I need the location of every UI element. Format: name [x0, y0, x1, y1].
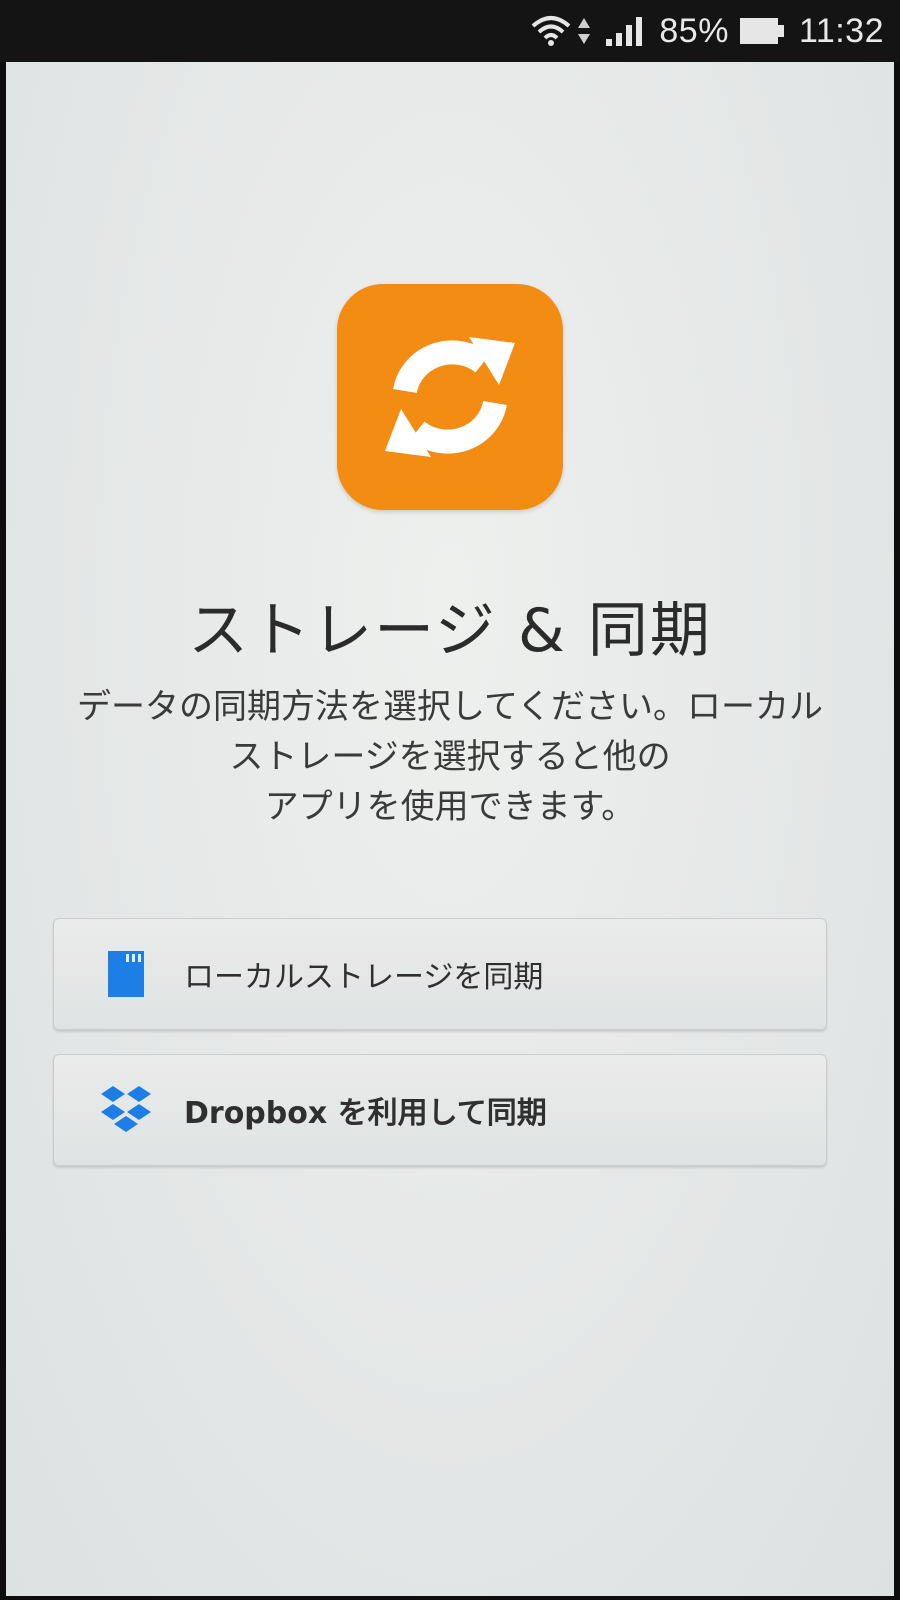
sync-arrows-icon [385, 337, 515, 457]
status-bar: 85% 11:32 [0, 0, 900, 62]
battery-icon [739, 16, 785, 46]
signal-icon [605, 15, 645, 47]
sync-local-storage-button[interactable]: ローカルストレージを同期 [53, 918, 827, 1030]
page-description: データの同期方法を選択してください。ローカルストレージを選択すると他の アプリを… [77, 687, 823, 827]
sd-card-icon [96, 944, 156, 1004]
dropbox-icon [96, 1080, 156, 1140]
battery-percentage: 85% [659, 11, 729, 50]
sync-local-storage-label: ローカルストレージを同期 [184, 960, 544, 995]
sync-app-icon [337, 284, 563, 510]
storage-sync-screen: ストレージ & 同期 データの同期方法を選択してください。ローカルストレージを選… [6, 62, 894, 1596]
sync-dropbox-label: Dropbox を利用して同期 [184, 1096, 547, 1131]
sync-dropbox-button[interactable]: Dropbox を利用して同期 [53, 1054, 827, 1166]
page-title: ストレージ & 同期 [188, 596, 712, 666]
clock: 11:32 [798, 11, 884, 50]
data-transfer-icon [577, 16, 591, 46]
wifi-icon [529, 14, 573, 48]
